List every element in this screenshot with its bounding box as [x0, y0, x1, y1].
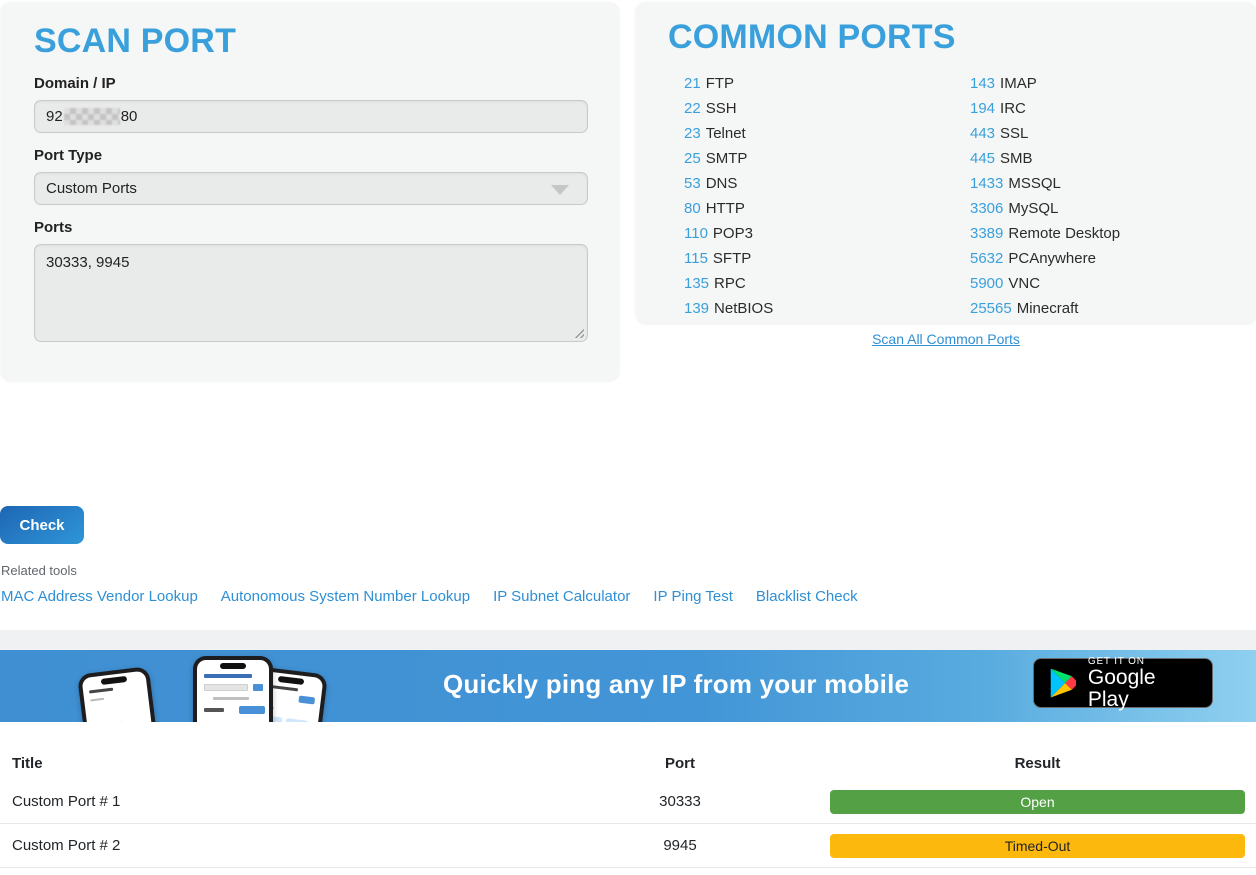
results-header-result: Result	[830, 755, 1245, 772]
port-entry: 25565Minecraft	[970, 296, 1120, 321]
common-ports-panel: COMMON PORTS 21FTP 22SSH 23Telnet 25SMTP…	[636, 2, 1256, 323]
related-tool-link-subnet-calc[interactable]: IP Subnet Calculator	[493, 588, 630, 605]
table-row: Custom Port # 1 30333 Open	[0, 780, 1256, 824]
row-title: Custom Port # 2	[0, 837, 560, 854]
scan-all-common-ports: Scan All Common Ports	[636, 331, 1256, 349]
port-entry: 445SMB	[970, 146, 1120, 171]
scan-port-panel: SCAN PORT Domain / IP 92 80 Port Type Cus…	[1, 2, 619, 380]
ports-label: Ports	[34, 219, 586, 236]
related-tool-link-blacklist[interactable]: Blacklist Check	[756, 588, 858, 605]
google-play-get-it-on: GET IT ON	[1088, 656, 1198, 667]
ports-value: 30333, 9945	[46, 254, 129, 271]
phone-mockup-center	[193, 656, 273, 722]
status-badge-timed-out: Timed-Out	[830, 834, 1245, 858]
domain-ip-label: Domain / IP	[34, 75, 586, 92]
port-type-select[interactable]: Custom Ports	[34, 172, 588, 205]
port-entry: 110POP3	[684, 221, 937, 246]
google-play-badge[interactable]: GET IT ON Google Play	[1033, 658, 1213, 708]
masked-ip-segment	[64, 108, 120, 125]
port-entry: 5632PCAnywhere	[970, 246, 1120, 271]
table-row: Custom Port # 2 9945 Timed-Out	[0, 824, 1256, 868]
port-entry: 115SFTP	[684, 246, 937, 271]
scan-all-common-ports-link[interactable]: Scan All Common Ports	[872, 331, 1020, 347]
play-store-icon	[1048, 666, 1077, 700]
port-entry: 143IMAP	[970, 71, 1120, 96]
common-ports-column-2: 143IMAP 194IRC 443SSL 445SMB 1433MSSQL 3…	[937, 71, 1120, 321]
related-tools-links: MAC Address Vendor Lookup Autonomous Sys…	[1, 588, 858, 605]
scan-port-title: SCAN PORT	[34, 22, 586, 61]
results-header-port: Port	[560, 755, 800, 772]
results-table: Title Port Result Custom Port # 1 30333 …	[0, 722, 1256, 868]
port-entry: 21FTP	[684, 71, 937, 96]
common-ports-column-1: 21FTP 22SSH 23Telnet 25SMTP 53DNS 80HTTP…	[668, 71, 937, 321]
status-badge-open: Open	[830, 790, 1245, 814]
results-header-row: Title Port Result	[0, 746, 1256, 780]
port-entry: 25SMTP	[684, 146, 937, 171]
phone-mockups	[85, 650, 320, 722]
port-entry: 135RPC	[684, 271, 937, 296]
row-port: 30333	[560, 793, 800, 810]
related-tools-label: Related tools	[1, 563, 77, 578]
port-entry: 3389Remote Desktop	[970, 221, 1120, 246]
row-title: Custom Port # 1	[0, 793, 560, 810]
port-entry: 3306MySQL	[970, 196, 1120, 221]
results-header-title: Title	[0, 755, 560, 772]
port-entry: 23Telnet	[684, 121, 937, 146]
port-entry: 443SSL	[970, 121, 1120, 146]
domain-ip-value-prefix: 92	[46, 108, 63, 125]
check-button[interactable]: Check	[0, 506, 84, 544]
google-play-label: Google Play	[1088, 667, 1198, 711]
port-entry: 1433MSSQL	[970, 171, 1120, 196]
port-entry: 5900VNC	[970, 271, 1120, 296]
port-type-selected-value: Custom Ports	[46, 180, 137, 197]
port-entry: 80HTTP	[684, 196, 937, 221]
row-port: 9945	[560, 837, 800, 854]
ports-textarea[interactable]: 30333, 9945	[34, 244, 588, 342]
common-ports-list: 21FTP 22SSH 23Telnet 25SMTP 53DNS 80HTTP…	[668, 71, 1224, 321]
common-ports-title: COMMON PORTS	[668, 18, 1224, 57]
port-entry: 194IRC	[970, 96, 1120, 121]
resize-handle-icon[interactable]	[573, 327, 584, 338]
port-type-label: Port Type	[34, 147, 586, 164]
related-tool-link-mac-vendor[interactable]: MAC Address Vendor Lookup	[1, 588, 198, 605]
section-divider	[0, 630, 1256, 650]
related-tool-link-ip-ping[interactable]: IP Ping Test	[653, 588, 733, 605]
port-entry: 139NetBIOS	[684, 296, 937, 321]
related-tool-link-asn-lookup[interactable]: Autonomous System Number Lookup	[221, 588, 470, 605]
domain-ip-input[interactable]: 92 80	[34, 100, 588, 133]
banner-title: Quickly ping any IP from your mobile	[443, 669, 909, 700]
port-entry: 22SSH	[684, 96, 937, 121]
phone-mockup-left	[77, 666, 165, 722]
chevron-down-icon	[551, 185, 569, 195]
domain-ip-value-suffix: 80	[121, 108, 138, 125]
port-entry: 53DNS	[684, 171, 937, 196]
